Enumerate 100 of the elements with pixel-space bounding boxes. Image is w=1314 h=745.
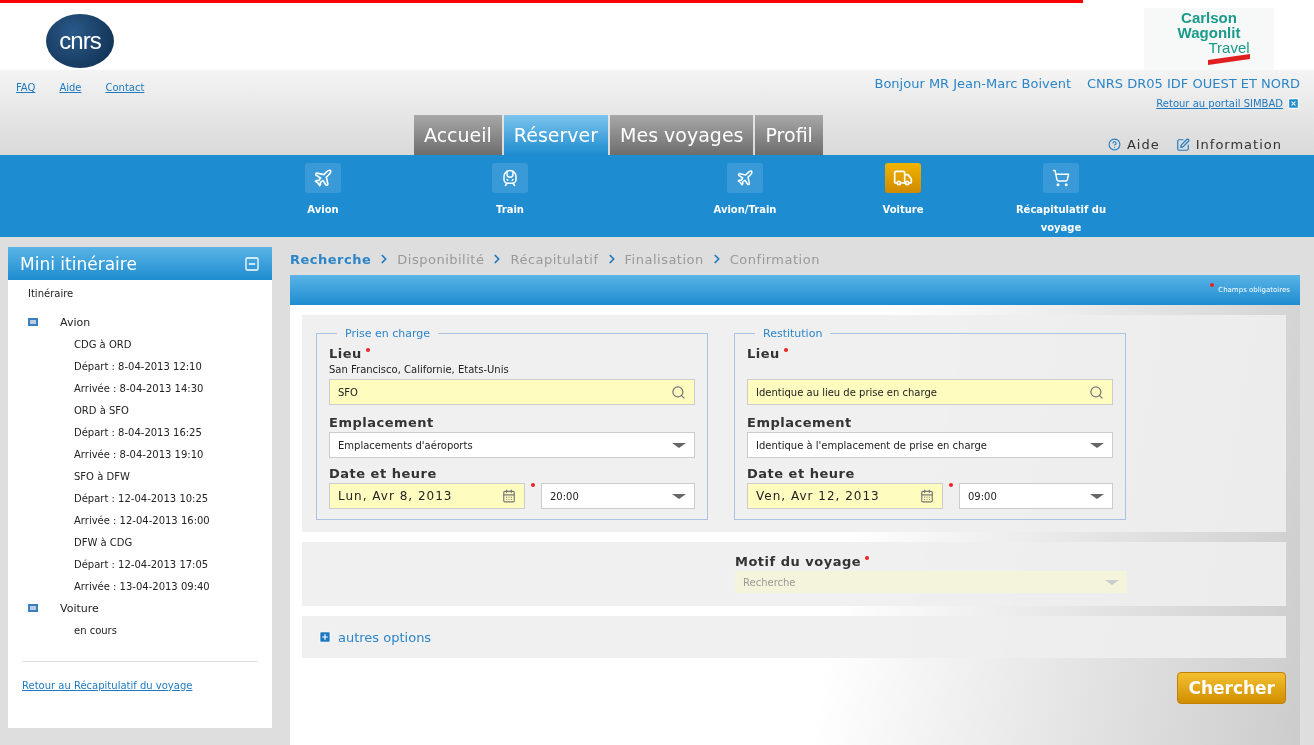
plane-icon <box>313 168 333 188</box>
itinerary-line: ORD à SFO <box>74 403 130 418</box>
service-label[interactable]: Avion <box>263 201 383 219</box>
service-button[interactable] <box>885 163 921 193</box>
breadcrumb-step: Confirmation <box>729 251 820 267</box>
caret-icon <box>672 442 686 448</box>
field-label: Date et heure <box>747 466 855 481</box>
fieldset-legend: Prise en charge <box>337 327 439 340</box>
help-icon <box>1107 138 1121 151</box>
service-label[interactable]: Voiture <box>843 201 963 219</box>
required-marker <box>783 348 788 352</box>
portal-link[interactable]: Retour au portail SIMBAD <box>1156 98 1283 109</box>
field-label: Emplacement <box>747 415 852 430</box>
nav-tab[interactable]: Profil <box>755 115 823 155</box>
service-label[interactable]: Avion/Train <box>685 201 805 219</box>
calendar-icon[interactable] <box>920 489 934 503</box>
itinerary-line: Arrivée : 12-04-2013 16:00 <box>74 513 211 528</box>
required-marker <box>531 483 535 487</box>
summary-link[interactable]: Retour au Récapitulatif du voyage <box>22 680 193 691</box>
location-input[interactable]: SFO <box>329 379 695 405</box>
time-select[interactable]: 09:00 <box>959 483 1113 509</box>
service-label[interactable]: Récapitulatif du voyage <box>1001 201 1121 237</box>
breadcrumb-step: Disponibilité <box>397 251 485 267</box>
itinerary-line: DFW à CDG <box>74 535 134 550</box>
collapse-icon[interactable] <box>244 255 260 272</box>
date-input[interactable]: Lun, Avr 8, 2013 <box>329 483 525 509</box>
logo: cnrs <box>46 14 114 68</box>
service-button[interactable] <box>492 163 528 193</box>
bullet-icon <box>28 318 38 326</box>
breadcrumb-step: Récapitulatif <box>510 251 599 267</box>
itinerary-heading: Itinéraire <box>28 288 75 299</box>
top-link[interactable]: FAQ <box>16 82 36 110</box>
time-value: 20:00 <box>550 490 579 502</box>
service-label[interactable]: Train <box>450 201 570 219</box>
field-label: Lieu <box>329 346 362 361</box>
plus-icon <box>318 630 332 644</box>
service-button[interactable] <box>727 163 763 193</box>
help-link[interactable]: Information <box>1175 137 1282 152</box>
field-label: Emplacement <box>329 415 434 430</box>
partner-logo: Carlson Wagonlit Travel <box>1144 8 1274 70</box>
itinerary-line: Départ : 12-04-2013 17:05 <box>74 557 210 572</box>
itinerary-line: Arrivée : 8-04-2013 19:10 <box>74 447 205 462</box>
nav-tab[interactable]: Réserver <box>503 115 609 155</box>
truck-icon <box>893 168 913 188</box>
required-marker <box>949 483 953 487</box>
time-value: 09:00 <box>968 490 997 502</box>
field-label: Lieu <box>747 346 780 361</box>
location-input[interactable]: Identique au lieu de prise en charge <box>747 379 1113 405</box>
top-link[interactable]: Contact <box>105 82 145 110</box>
group-label: Avion <box>60 315 91 329</box>
itinerary-line: Départ : 8-04-2013 16:25 <box>74 425 203 440</box>
caret-icon <box>672 493 686 499</box>
calendar-icon[interactable] <box>502 489 516 503</box>
service-button[interactable] <box>1043 163 1079 193</box>
group-label: Voiture <box>60 601 99 615</box>
input-value: Identique au lieu de prise en charge <box>756 386 937 398</box>
close-icon[interactable] <box>1287 97 1300 110</box>
place-select[interactable]: Identique à l'emplacement de prise en charge <box>747 432 1113 458</box>
pencil-square-icon <box>1175 137 1190 152</box>
breadcrumb-step: Finalisation <box>624 251 704 267</box>
search-button[interactable]: Chercher <box>1177 672 1286 704</box>
field-label: Motif du voyage <box>735 554 862 569</box>
itinerary-line: Départ : 12-04-2013 10:25 <box>74 491 210 506</box>
nav-tab[interactable]: Accueil <box>414 115 502 155</box>
date-value: Lun, Avr 8, 2013 <box>338 489 453 503</box>
user-greeting: Bonjour MR Jean-Marc Boivent <box>874 76 1072 91</box>
sidebar-title: Mini itinéraire <box>20 253 137 274</box>
service-button[interactable] <box>305 163 341 193</box>
top-link[interactable]: Aide <box>59 82 82 110</box>
location-hint: San Francisco, Californie, Etats-Unis <box>329 362 510 377</box>
time-select[interactable]: 20:00 <box>541 483 695 509</box>
bullet-icon <box>28 604 38 612</box>
search-icon[interactable] <box>671 384 686 400</box>
organization-name: CNRS DR05 IDF OUEST ET NORD <box>1087 76 1300 91</box>
select-value: Recherche <box>743 576 796 588</box>
itinerary-line: en cours <box>74 623 118 638</box>
caret-icon <box>1090 442 1104 448</box>
date-value: Ven, Avr 12, 2013 <box>756 489 880 503</box>
nav-tab[interactable]: Mes voyages <box>610 115 754 155</box>
search-icon[interactable] <box>1089 384 1104 400</box>
breadcrumb-step: Recherche <box>290 251 372 267</box>
itinerary-line: CDG à ORD <box>74 337 133 352</box>
input-value: SFO <box>338 386 358 398</box>
more-options-link[interactable]: autres options <box>318 629 432 645</box>
date-input[interactable]: Ven, Avr 12, 2013 <box>747 483 943 509</box>
train-icon <box>501 169 519 187</box>
caret-icon <box>1090 493 1104 499</box>
itinerary-line: Départ : 8-04-2013 12:10 <box>74 359 203 374</box>
fieldset-legend: Restitution <box>755 327 831 340</box>
required-marker <box>365 348 370 352</box>
field-label: Date et heure <box>329 466 437 481</box>
itinerary-line: Arrivée : 13-04-2013 09:40 <box>74 579 211 594</box>
required-marker <box>865 556 870 560</box>
select-value: Emplacements d'aéroports <box>338 439 473 451</box>
help-link[interactable]: Aide <box>1107 137 1160 152</box>
select-value: Identique à l'emplacement de prise en charge <box>756 439 987 451</box>
cart-icon <box>1052 169 1070 187</box>
place-select[interactable]: Emplacements d'aéroports <box>329 432 695 458</box>
itinerary-line: Arrivée : 8-04-2013 14:30 <box>74 381 205 396</box>
caret-icon <box>1105 579 1119 585</box>
